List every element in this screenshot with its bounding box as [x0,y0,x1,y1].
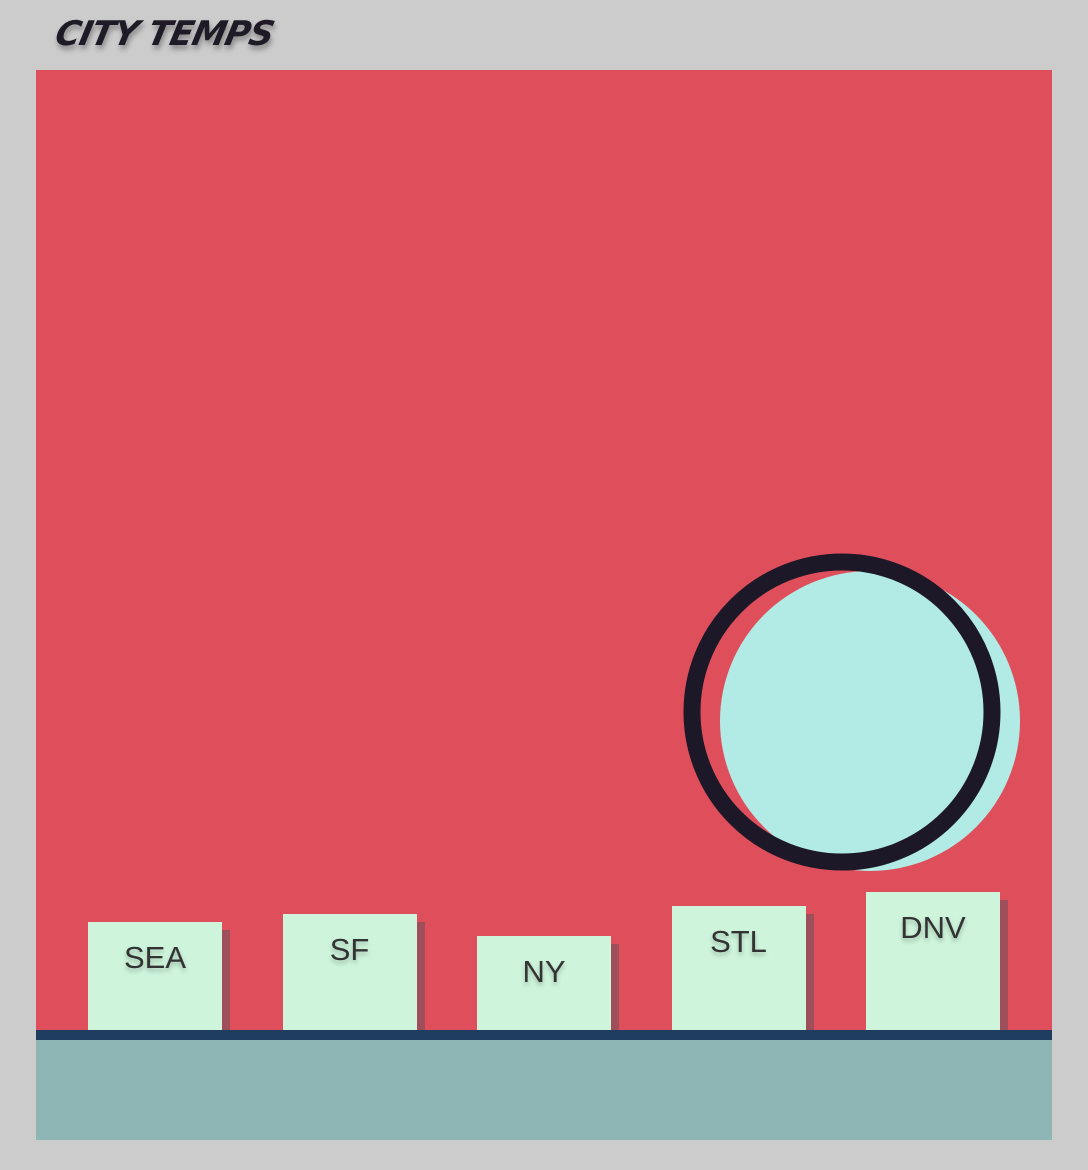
ring-circle-icon [683,553,1020,871]
ground-strip [36,1040,1052,1140]
chart-title: CITY TEMPS [51,14,278,54]
plot-area: SEA SF NY STL DNV [36,70,1052,1140]
indicator-circle-fill [720,571,1020,871]
ground-line [36,1030,1052,1040]
